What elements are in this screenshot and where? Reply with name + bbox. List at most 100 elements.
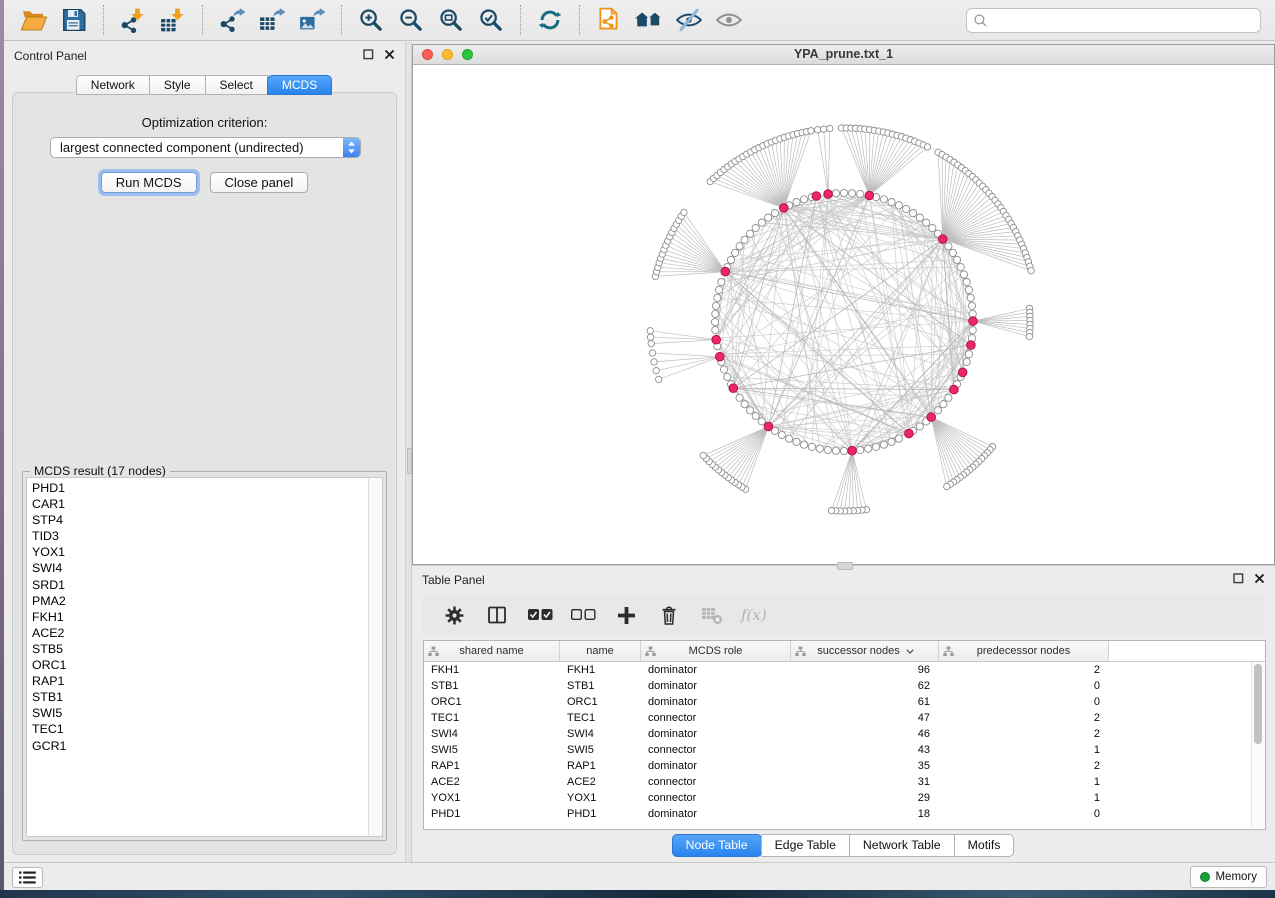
table-row[interactable]: ORC1ORC1dominator610	[424, 694, 1265, 710]
mcds-list-scrollbar[interactable]	[368, 478, 382, 836]
criterion-dropdown[interactable]: largest connected component (undirected)	[50, 137, 361, 158]
mcds-result-item[interactable]: GCR1	[32, 738, 382, 754]
close-panel-button[interactable]: Close panel	[210, 172, 309, 193]
close-panel-icon[interactable]	[384, 49, 395, 60]
zoom-in-icon	[358, 7, 384, 33]
network-graph[interactable]	[413, 65, 1274, 564]
column-header-predecessor-nodes[interactable]: predecessor nodes	[939, 641, 1109, 661]
zoom-out-button[interactable]	[391, 2, 431, 38]
save-session-button[interactable]	[54, 2, 94, 38]
toolbar-separator	[520, 5, 521, 35]
table-row[interactable]: RAP1RAP1dominator352	[424, 758, 1265, 774]
search-input[interactable]	[988, 12, 1256, 28]
column-header-mcds-role[interactable]: MCDS role	[641, 641, 791, 661]
close-table-panel-icon[interactable]	[1254, 573, 1265, 584]
cell-mcds-role: dominator	[641, 664, 791, 676]
export-table-button[interactable]	[252, 2, 292, 38]
tab-edge-table[interactable]: Edge Table	[761, 834, 850, 857]
cell-predecessor-nodes: 0	[939, 808, 1109, 820]
tab-network[interactable]: Network	[76, 75, 150, 95]
horizontal-splitter-handle[interactable]	[837, 562, 853, 570]
import-table-icon	[159, 7, 187, 34]
panel-list-button[interactable]	[12, 867, 43, 888]
table-scrollbar[interactable]	[1251, 662, 1264, 828]
table-row[interactable]: SWI5SWI5connector431	[424, 742, 1265, 758]
import-table-button[interactable]	[153, 2, 193, 38]
first-neighbors-button[interactable]	[629, 2, 669, 38]
tab-node-table[interactable]: Node Table	[672, 834, 762, 857]
cell-name: YOX1	[560, 792, 641, 804]
mcds-result-item[interactable]: ORC1	[32, 657, 382, 673]
table-row[interactable]: SWI4SWI4dominator462	[424, 726, 1265, 742]
zoom-in-button[interactable]	[351, 2, 391, 38]
mcds-result-item[interactable]: TEC1	[32, 721, 382, 737]
tab-select[interactable]: Select	[205, 75, 268, 95]
table-settings-button[interactable]	[441, 603, 467, 627]
mcds-result-item[interactable]: STB1	[32, 689, 382, 705]
table-row[interactable]: TEC1TEC1connector472	[424, 710, 1265, 726]
deselect-all-button[interactable]	[570, 603, 596, 627]
mcds-result-item[interactable]: SWI4	[32, 560, 382, 576]
vertical-splitter[interactable]	[405, 42, 412, 862]
cell-successor-nodes: 29	[791, 792, 939, 804]
tab-mcds[interactable]: MCDS	[267, 75, 332, 95]
select-all-button[interactable]	[527, 603, 553, 627]
import-network-button[interactable]	[113, 2, 153, 38]
mcds-result-item[interactable]: SWI5	[32, 705, 382, 721]
tab-network-table[interactable]: Network Table	[849, 834, 955, 857]
zoom-fit-button[interactable]	[431, 2, 471, 38]
table-row[interactable]: FKH1FKH1dominator962	[424, 662, 1265, 678]
mcds-result-item[interactable]: ACE2	[32, 625, 382, 641]
refresh-button[interactable]	[530, 2, 570, 38]
tab-style[interactable]: Style	[149, 75, 206, 95]
export-image-button[interactable]	[292, 2, 332, 38]
mcds-result-item[interactable]: STP4	[32, 512, 382, 528]
mcds-result-item[interactable]: PHD1	[32, 480, 382, 496]
table-header-row: shared namenameMCDS rolesuccessor nodesp…	[424, 641, 1265, 662]
optimization-criterion-label: Optimization criterion:	[13, 115, 396, 130]
mcds-result-list[interactable]: PHD1CAR1STP4TID3YOX1SWI4SRD1PMA2FKH1ACE2…	[26, 477, 383, 837]
mcds-result-item[interactable]: CAR1	[32, 496, 382, 512]
run-mcds-button[interactable]: Run MCDS	[101, 172, 197, 193]
table-row[interactable]: YOX1YOX1connector291	[424, 790, 1265, 806]
duplicate-style-button[interactable]	[589, 2, 629, 38]
network-canvas[interactable]	[413, 65, 1274, 564]
tab-motifs[interactable]: Motifs	[954, 834, 1015, 857]
toolbar-separator	[341, 5, 342, 35]
show-columns-button[interactable]	[484, 603, 510, 627]
search-box[interactable]	[966, 8, 1261, 33]
toolbar-separator	[202, 5, 203, 35]
network-window-titlebar[interactable]: YPA_prune.txt_1	[413, 45, 1274, 65]
mcds-result-item[interactable]: TID3	[32, 528, 382, 544]
maximize-window-icon[interactable]	[462, 49, 473, 60]
delete-column-button[interactable]	[656, 603, 682, 627]
mcds-result-item[interactable]: SRD1	[32, 577, 382, 593]
memory-status-icon	[1200, 872, 1210, 882]
cell-successor-nodes: 31	[791, 776, 939, 788]
mcds-result-item[interactable]: RAP1	[32, 673, 382, 689]
column-header-name[interactable]: name	[560, 641, 641, 661]
table-row[interactable]: ACE2ACE2connector311	[424, 774, 1265, 790]
column-header-successor-nodes[interactable]: successor nodes	[791, 641, 939, 661]
cell-successor-nodes: 47	[791, 712, 939, 724]
float-table-panel-icon[interactable]	[1233, 573, 1244, 584]
mcds-result-item[interactable]: FKH1	[32, 609, 382, 625]
show-all-button[interactable]	[709, 2, 749, 38]
zoom-selected-button[interactable]	[471, 2, 511, 38]
mcds-result-item[interactable]: STB5	[32, 641, 382, 657]
add-column-button[interactable]	[613, 603, 639, 627]
table-row[interactable]: STB1STB1dominator620	[424, 678, 1265, 694]
minimize-window-icon[interactable]	[442, 49, 453, 60]
mcds-result-item[interactable]: PMA2	[32, 593, 382, 609]
delete-table-icon	[701, 605, 723, 625]
hide-selected-button[interactable]	[669, 2, 709, 38]
export-network-button[interactable]	[212, 2, 252, 38]
float-panel-icon[interactable]	[363, 49, 374, 60]
open-file-button[interactable]	[14, 2, 54, 38]
table-scrollbar-thumb[interactable]	[1254, 664, 1262, 744]
column-header-shared-name[interactable]: shared name	[424, 641, 560, 661]
mcds-result-item[interactable]: YOX1	[32, 544, 382, 560]
close-window-icon[interactable]	[422, 49, 433, 60]
memory-button[interactable]: Memory	[1190, 866, 1267, 888]
table-row[interactable]: PHD1PHD1dominator180	[424, 806, 1265, 822]
